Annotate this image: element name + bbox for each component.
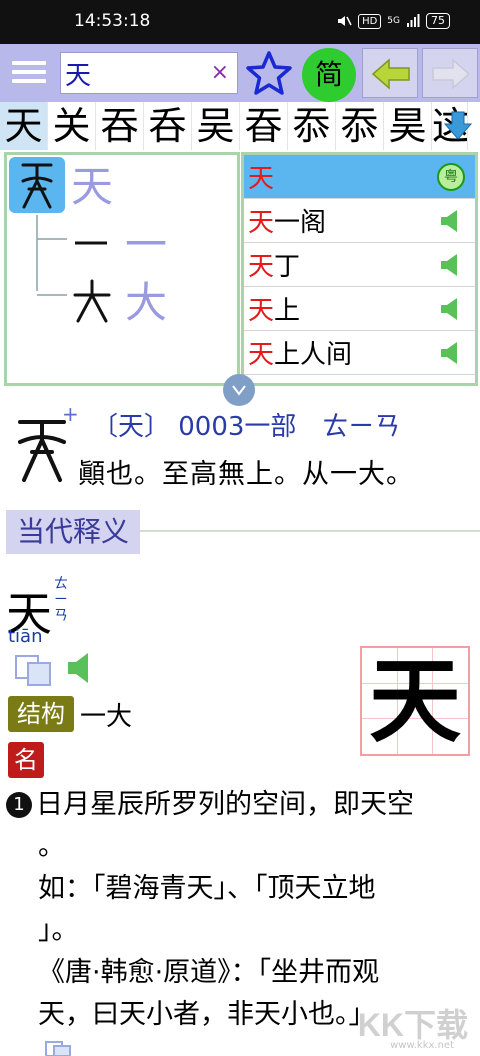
strip-char[interactable]: 忝 — [336, 102, 384, 150]
strip-char[interactable]: 昋 — [240, 102, 288, 150]
star-icon[interactable] — [244, 48, 294, 98]
word-list-panel: 天 粤 天一阁 天丁 天上 天上人间 — [241, 152, 478, 386]
cantonese-badge[interactable]: 粤 — [437, 163, 465, 191]
pinyin-label: tiān — [8, 626, 43, 647]
copy-icon[interactable] — [44, 1040, 74, 1056]
part-of-speech-badge: 名 — [8, 742, 44, 778]
speaker-icon[interactable] — [66, 650, 96, 686]
strip-char[interactable]: 吴 — [192, 102, 240, 150]
definition-number: 1 — [6, 792, 32, 818]
expand-plus-icon[interactable]: + — [62, 402, 79, 426]
clear-icon[interactable]: × — [211, 60, 229, 85]
panel-resize-handle[interactable] — [223, 374, 255, 406]
signal-label: 5G — [387, 16, 400, 26]
strip-char[interactable]: 吞 — [96, 102, 144, 150]
speaker-icon[interactable] — [439, 252, 461, 278]
definition-line: 。 — [38, 831, 65, 862]
status-bar: 14:53:18 HD 5G 75 — [0, 0, 480, 44]
strip-char[interactable]: 昊 — [384, 102, 432, 150]
download-arrow-icon[interactable] — [442, 110, 474, 142]
watermark-url: www.kkx.net — [390, 1040, 454, 1051]
ancient-da-glyph — [73, 279, 111, 323]
related-char-strip: 天 关 吞 呑 吴 昋 忝 忝 昊 这 — [0, 102, 480, 150]
decomposition-tree-panel: 天 一 大 — [4, 152, 240, 386]
writing-grid[interactable]: 天 — [360, 646, 470, 756]
structure-badge: 结构 — [8, 696, 74, 732]
arrow-right-icon — [432, 58, 471, 90]
speaker-icon[interactable] — [439, 208, 461, 234]
hd-badge: HD — [358, 13, 382, 29]
shuowen-text: 顚也。至高無上。从一大。 — [78, 459, 414, 490]
grid-char: 天 — [368, 647, 461, 755]
speaker-icon[interactable] — [439, 340, 461, 366]
mute-icon — [338, 16, 352, 26]
tree-root-char: 天 — [71, 162, 113, 211]
search-input[interactable] — [61, 53, 201, 93]
signal-icon — [407, 14, 420, 27]
section-title: 当代释义 — [6, 510, 140, 554]
example-line: 如：「碧海青天」、「顶天立地 — [38, 873, 376, 904]
strip-char[interactable]: 呑 — [144, 102, 192, 150]
speaker-icon[interactable] — [439, 296, 461, 322]
section-divider — [140, 530, 480, 532]
zhuyin-label: ㄊㄧㄢ — [54, 576, 68, 624]
strip-char[interactable]: 忝 — [288, 102, 336, 150]
decomposition-tree: 天 一 大 — [9, 157, 167, 327]
chevron-down-icon — [232, 385, 246, 396]
copy-icon[interactable] — [14, 654, 54, 686]
word-list-item[interactable]: 天上 — [244, 287, 475, 331]
word-list-item[interactable]: 天上人间 — [244, 331, 475, 375]
menu-icon[interactable] — [12, 56, 46, 90]
strip-char[interactable]: 天 — [0, 102, 48, 150]
status-time: 14:53:18 — [74, 11, 151, 31]
quote-line: 《唐·韩愈·原道》：「坐井而观 — [38, 957, 380, 988]
toolbar: × 简 — [0, 44, 480, 102]
back-button[interactable] — [362, 48, 418, 98]
definition-block: 1 日月星辰所罗列的空间，即天空 。 如：「碧海青天」、「顶天立地 」。 《唐·韩… — [6, 784, 476, 1036]
strip-char[interactable]: 关 — [48, 102, 96, 150]
arrow-left-icon — [371, 58, 410, 90]
entry-header-line: 〔天〕 0003一部 ㄊㄧㄢ — [92, 412, 401, 442]
structure-value: 一大 — [80, 702, 133, 732]
forward-button[interactable] — [422, 48, 478, 98]
word-list-item[interactable]: 天丁 — [244, 243, 475, 287]
simplified-toggle-button[interactable]: 简 — [302, 48, 356, 102]
tree-child-char: 大 — [125, 278, 167, 327]
tree-child-char: 一 — [125, 220, 167, 269]
definition-line: 1 日月星辰所罗列的空间，即天空 — [6, 784, 476, 826]
example-line: 」。 — [38, 915, 79, 946]
battery-indicator: 75 — [426, 13, 450, 29]
word-list-item[interactable]: 天 粤 — [244, 155, 475, 199]
word-list-item[interactable]: 天一阁 — [244, 199, 475, 243]
status-icons: HD 5G 75 — [336, 13, 450, 29]
search-box[interactable]: × — [60, 52, 238, 94]
